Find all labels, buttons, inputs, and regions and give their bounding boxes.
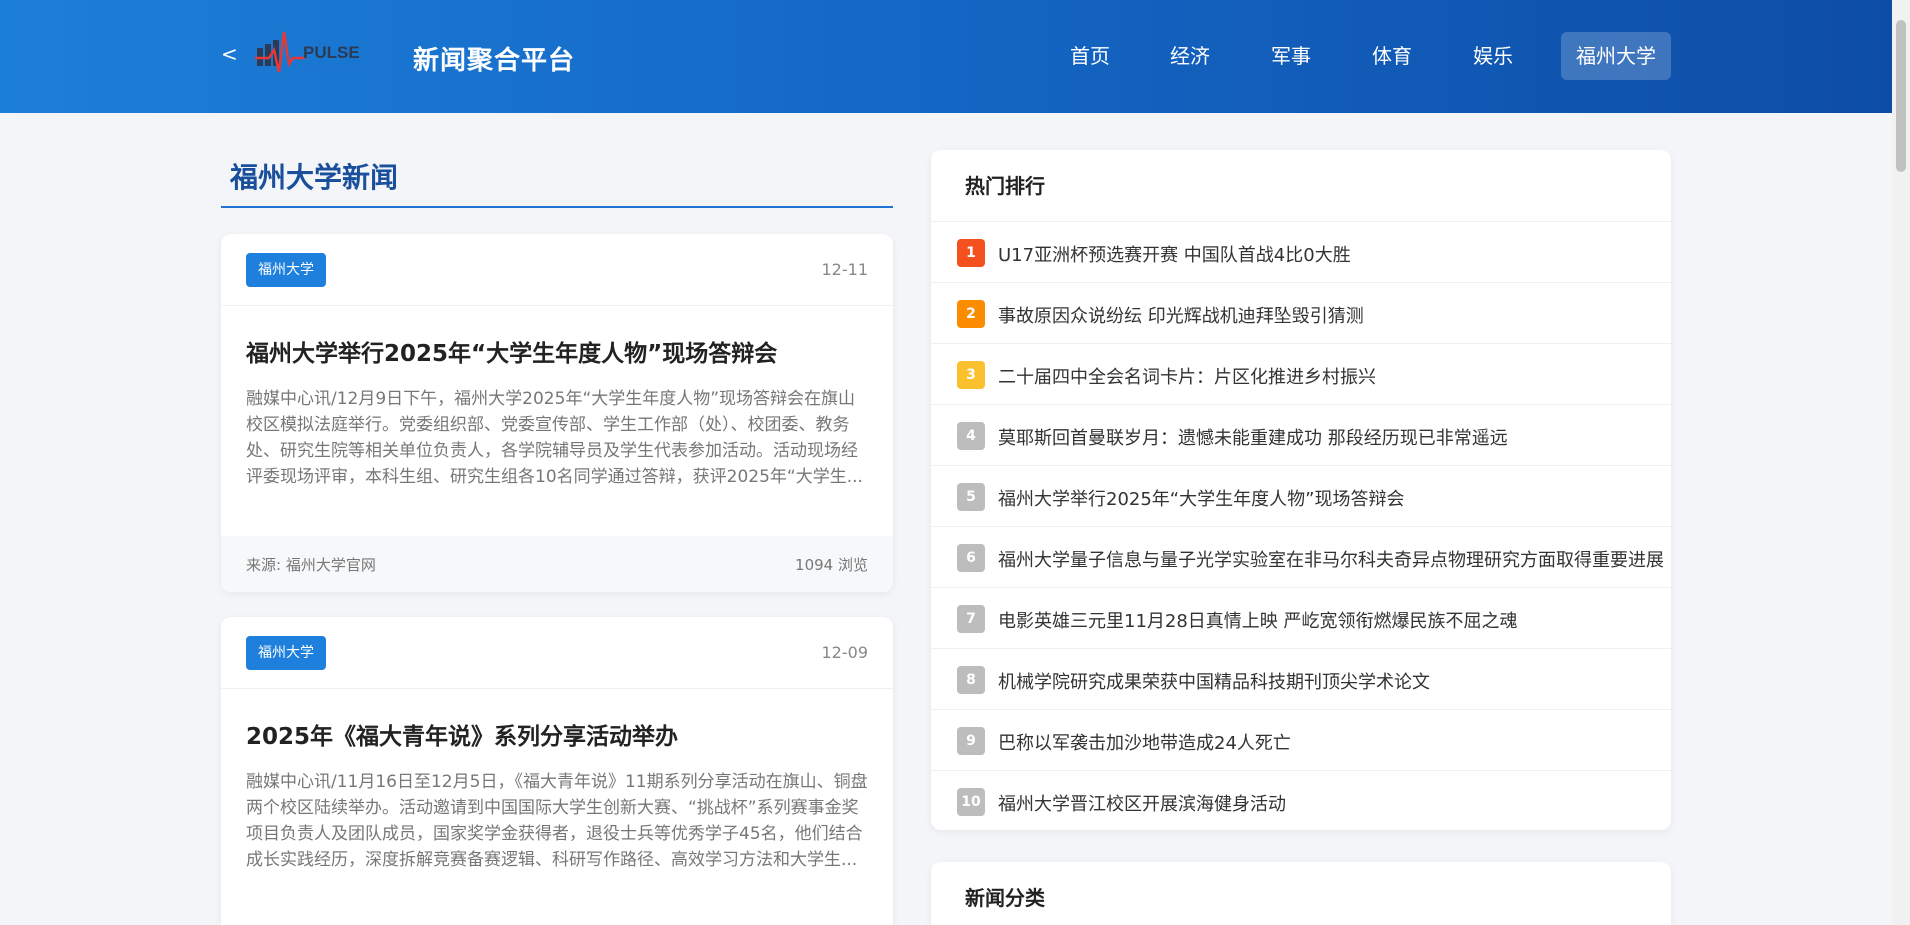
rank-number: 2: [957, 300, 985, 328]
section-divider: [221, 206, 893, 208]
hot-ranking-item[interactable]: 3 二十届四中全会名词卡片：片区化推进乡村振兴: [931, 344, 1671, 405]
hot-ranking-item[interactable]: 7 电影英雄三元里11月28日真情上映 严屹宽领衔燃爆民族不屈之魂: [931, 588, 1671, 649]
news-source: 来源: 福州大学官网: [246, 556, 376, 574]
category-tag[interactable]: 福州大学: [246, 636, 326, 670]
hot-ranking-item[interactable]: 8 机械学院研究成果荣获中国精品科技期刊顶尖学术论文: [931, 649, 1671, 710]
page-scrollbar[interactable]: [1892, 0, 1910, 925]
rank-number: 4: [957, 422, 985, 450]
rank-headline[interactable]: 福州大学举行2025年“大学生年度人物”现场答辩会: [998, 485, 1404, 511]
rank-number: 5: [957, 483, 985, 511]
category-tag[interactable]: 福州大学: [246, 253, 326, 287]
hot-ranking-item[interactable]: 4 莫耶斯回首曼联岁月：遗憾未能重建成功 那段经历现已非常遥远: [931, 405, 1671, 466]
rank-headline[interactable]: 事故原因众说纷纭 印光辉战机迪拜坠毁引猜测: [998, 302, 1364, 328]
rank-number: 1: [957, 239, 985, 267]
news-card[interactable]: 福州大学 12-11 福州大学举行2025年“大学生年度人物”现场答辩会 融媒中…: [221, 234, 893, 592]
main-nav: 首页 经济 军事 体育 娱乐 福州大学: [0, 32, 1892, 80]
rank-number: 6: [957, 544, 985, 572]
top-header: < PULSE NEWS STREAM 新闻聚合平台 首页 经济 军事 体育 娱…: [0, 0, 1892, 113]
news-summary: 融媒中心讯/11月16日至12月5日，《福大青年说》11期系列分享活动在旗山、铜…: [246, 772, 868, 870]
rank-headline[interactable]: 莫耶斯回首曼联岁月：遗憾未能重建成功 那段经历现已非常遥远: [998, 424, 1508, 450]
hot-ranking-item[interactable]: 5 福州大学举行2025年“大学生年度人物”现场答辩会: [931, 466, 1671, 527]
category-title: 新闻分类: [931, 862, 1671, 925]
news-date: 12-09: [821, 643, 869, 662]
nav-sports[interactable]: 体育: [1354, 32, 1430, 80]
news-card[interactable]: 福州大学 12-09 2025年《福大青年说》系列分享活动举办 融媒中心讯/11…: [221, 617, 893, 925]
hot-ranking-list: 1 U17亚洲杯预选赛开赛 中国队首战4比0大胜 2 事故原因众说纷纭 印光辉战机迪拜…: [931, 222, 1671, 830]
rank-headline[interactable]: 巴称以军袭击加沙地带造成24人死亡: [998, 729, 1291, 755]
nav-military[interactable]: 军事: [1253, 32, 1329, 80]
card-header: 福州大学 12-09: [221, 617, 893, 689]
hot-ranking-item[interactable]: 9 巴称以军袭击加沙地带造成24人死亡: [931, 710, 1671, 771]
rank-number: 8: [957, 666, 985, 694]
rank-number: 10: [957, 788, 985, 816]
hot-ranking-title: 热门排行: [931, 150, 1671, 222]
hot-ranking-item[interactable]: 1 U17亚洲杯预选赛开赛 中国队首战4比0大胜: [931, 222, 1671, 283]
scrollbar-thumb[interactable]: [1896, 20, 1906, 172]
rank-number: 7: [957, 605, 985, 633]
nav-home[interactable]: 首页: [1052, 32, 1128, 80]
rank-headline[interactable]: 二十届四中全会名词卡片：片区化推进乡村振兴: [998, 363, 1376, 389]
section-title: 福州大学新闻: [230, 161, 399, 194]
rank-headline[interactable]: 机械学院研究成果荣获中国精品科技期刊顶尖学术论文: [998, 668, 1430, 694]
rank-headline[interactable]: U17亚洲杯预选赛开赛 中国队首战4比0大胜: [998, 241, 1351, 267]
card-header: 福州大学 12-11: [221, 234, 893, 306]
news-date: 12-11: [821, 260, 869, 279]
hot-ranking-item[interactable]: 10 福州大学晋江校区开展滨海健身活动: [931, 771, 1671, 830]
hot-ranking-item[interactable]: 2 事故原因众说纷纭 印光辉战机迪拜坠毁引猜测: [931, 283, 1671, 344]
card-footer: 来源: 福州大学官网 1094 浏览: [221, 536, 893, 592]
nav-entertainment[interactable]: 娱乐: [1455, 32, 1531, 80]
hot-ranking-item[interactable]: 6 福州大学量子信息与量子光学实验室在非马尔科夫奇异点物理研究方面取得重要进展: [931, 527, 1671, 588]
rank-number: 9: [957, 727, 985, 755]
hot-ranking-panel: 热门排行 1 U17亚洲杯预选赛开赛 中国队首战4比0大胜 2 事故原因众说纷纭 印光…: [931, 150, 1671, 830]
nav-fzu[interactable]: 福州大学: [1561, 32, 1671, 80]
rank-number: 3: [957, 361, 985, 389]
rank-headline[interactable]: 电影英雄三元里11月28日真情上映 严屹宽领衔燃爆民族不屈之魂: [998, 607, 1518, 633]
news-title[interactable]: 2025年《福大青年说》系列分享活动举办: [246, 717, 868, 751]
category-panel: 新闻分类: [931, 862, 1671, 925]
news-summary: 融媒中心讯/12月9日下午，福州大学2025年“大学生年度人物”现场答辩会在旗山…: [246, 389, 863, 487]
rank-headline[interactable]: 福州大学量子信息与量子光学实验室在非马尔科夫奇异点物理研究方面取得重要进展: [998, 546, 1664, 572]
news-title[interactable]: 福州大学举行2025年“大学生年度人物”现场答辩会: [246, 334, 868, 368]
view-count: 1094 浏览: [795, 556, 868, 574]
nav-economy[interactable]: 经济: [1152, 32, 1228, 80]
rank-headline[interactable]: 福州大学晋江校区开展滨海健身活动: [998, 790, 1286, 816]
